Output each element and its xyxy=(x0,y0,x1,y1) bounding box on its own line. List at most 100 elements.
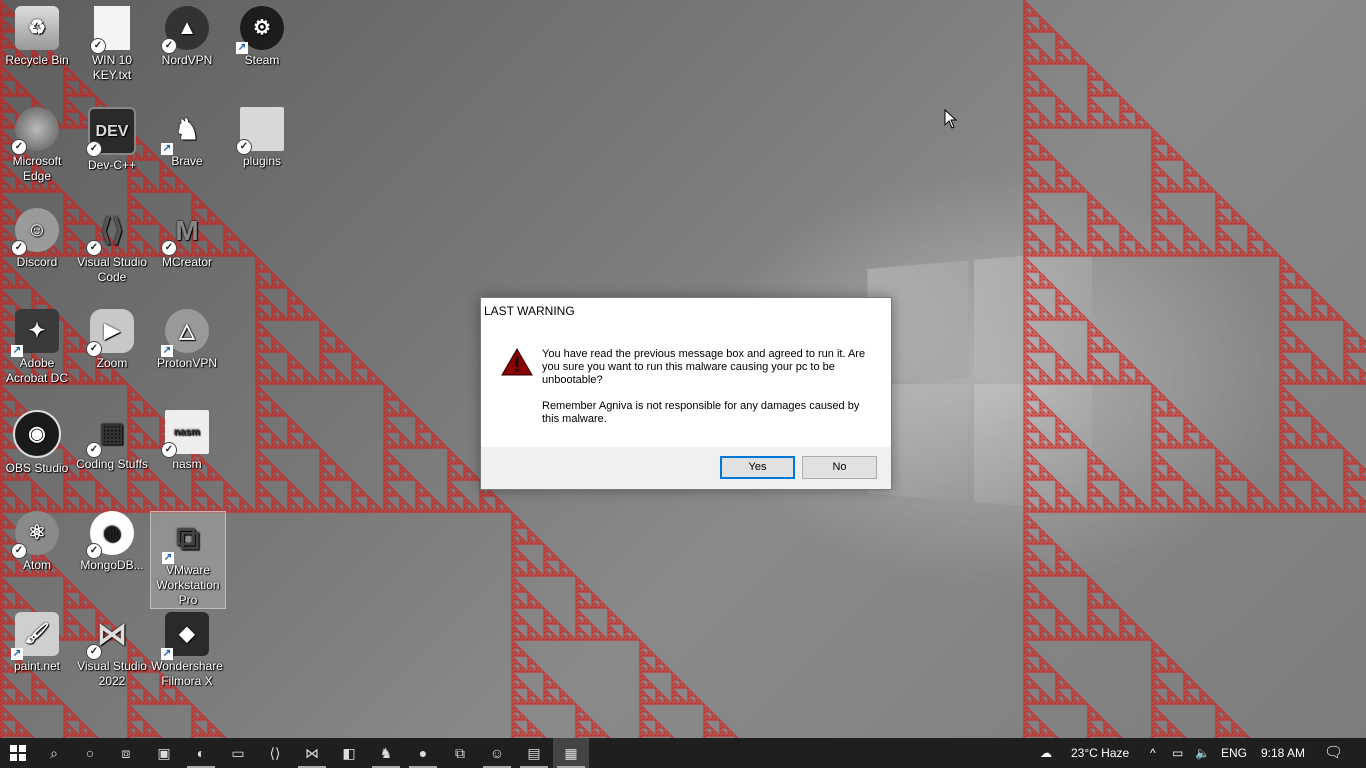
icon-label: MongoDB... xyxy=(80,558,144,572)
shortcut-arrow-icon: ↗ xyxy=(236,42,248,54)
taskbar-recorder[interactable]: ● xyxy=(405,738,441,768)
desktop-icon-obs[interactable]: ◉ OBS Studio xyxy=(0,406,74,476)
taskbar-vscode[interactable]: ⟨⟩ xyxy=(257,738,293,768)
taskbar-edge[interactable]: ◐ xyxy=(183,738,219,768)
protonvpn-icon: △ ↗ xyxy=(161,309,209,357)
discord-icon: ☺ xyxy=(489,745,505,761)
dialog-message-line-2: Remember Agniva is not responsible for a… xyxy=(542,400,860,425)
dialog-message-line-1: You have read the previous message box a… xyxy=(542,348,866,386)
icon-label: Wondershare Filmora X xyxy=(151,659,223,688)
desktop-icon-paintnet[interactable]: 🖌 ↗ paint.net xyxy=(0,608,74,674)
desktop-icon-steam[interactable]: ⚙ ↗ Steam xyxy=(225,2,299,68)
no-button[interactable]: No xyxy=(802,456,877,479)
icon-label: Atom xyxy=(22,558,51,572)
text-file-icon: ✓ xyxy=(90,6,130,54)
desktop-icon-mcreator[interactable]: M ✓ MCreator xyxy=(150,204,224,270)
cortana-button[interactable]: ○ xyxy=(72,738,108,768)
notepad-icon: ▤ xyxy=(527,744,541,761)
warning-dialog[interactable]: LAST WARNING You have read the previous … xyxy=(480,297,892,490)
clock[interactable]: 9:18 AM xyxy=(1261,738,1305,768)
sync-check-icon: ✓ xyxy=(236,139,252,155)
yes-button[interactable]: Yes xyxy=(720,456,795,479)
sync-check-icon: ✓ xyxy=(161,38,177,54)
taskbar-malware-app[interactable]: ▦ xyxy=(553,738,589,768)
shortcut-arrow-icon: ↗ xyxy=(161,345,173,357)
brave-icon: ♞ xyxy=(379,744,393,761)
vmware-icon: ⧉ xyxy=(455,744,465,761)
desktop[interactable]: ♻ Recycle Bin ✓ Microsoft Edge ☺ ✓ Discor… xyxy=(0,0,1366,738)
desktop-icon-filmora[interactable]: ◆ ↗ Wondershare Filmora X xyxy=(150,608,224,689)
taskbar: ⌕ ○ ⧈ ▣ ◐ ▭ ⟨⟩ ⋈ ◧ ♞ ● ⧉ ☺ ▤ ▦ ☁ 23°C Ha… xyxy=(0,738,1366,768)
shortcut-arrow-icon: ↗ xyxy=(161,648,173,660)
app-window-icon: ▦ xyxy=(564,744,578,761)
icon-label: MCreator xyxy=(161,255,212,269)
taskbar-brave[interactable]: ♞ xyxy=(368,738,404,768)
sync-check-icon: ✓ xyxy=(86,442,102,458)
desktop-icon-plugins[interactable]: ✓ plugins xyxy=(225,103,299,169)
mcreator-icon: M ✓ xyxy=(161,208,209,256)
desktop-icon-devcpp[interactable]: DEV ✓ Dev-C++ xyxy=(75,103,149,173)
desktop-icon-protonvpn[interactable]: △ ↗ ProtonVPN xyxy=(150,305,224,371)
desktop-icon-nordvpn[interactable]: ▲ ✓ NordVPN xyxy=(150,2,224,68)
icon-label: Discord xyxy=(16,255,58,269)
desktop-icon-vscode[interactable]: ⟨⟩ ✓ Visual Studio Code xyxy=(75,204,149,285)
sync-check-icon: ✓ xyxy=(86,644,102,660)
volume-icon[interactable]: 🔈 xyxy=(1195,738,1210,768)
start-button[interactable] xyxy=(0,738,36,768)
dialog-title: LAST WARNING xyxy=(484,304,575,318)
obs-icon: ◉ xyxy=(13,410,61,458)
nordvpn-icon: ▲ ✓ xyxy=(161,6,209,54)
taskbar-office[interactable]: ◧ xyxy=(331,738,367,768)
desktop-icon-atom[interactable]: ⚛ ✓ Atom xyxy=(0,507,74,573)
search-button[interactable]: ⌕ xyxy=(36,738,72,768)
desktop-icon-mongodb[interactable]: ◍ ✓ MongoDB... xyxy=(75,507,149,573)
taskbar-explorer[interactable]: ▭ xyxy=(220,738,256,768)
show-hidden-icons-chevron-icon[interactable]: ^ xyxy=(1150,738,1156,768)
brave-lion-icon: ♞ ↗ xyxy=(161,113,200,155)
sync-check-icon: ✓ xyxy=(86,240,102,256)
sync-check-icon: ✓ xyxy=(11,240,27,256)
desktop-icon-win10-key[interactable]: ✓ WIN 10 KEY.txt xyxy=(75,2,149,83)
weather-icon[interactable]: ☁ xyxy=(1040,738,1052,768)
sync-check-icon: ✓ xyxy=(86,341,102,357)
desktop-icon-nasm[interactable]: nasm ✓ nasm xyxy=(150,406,224,472)
mongodb-icon: ◍ ✓ xyxy=(86,511,134,559)
icon-label: Visual Studio Code xyxy=(77,255,147,284)
store-icon: ▣ xyxy=(157,744,171,761)
dialog-message: You have read the previous message box a… xyxy=(542,348,877,439)
warning-icon xyxy=(501,348,533,376)
desktop-icon-vs2022[interactable]: ⋈ ✓ Visual Studio 2022 xyxy=(75,608,149,689)
sync-check-icon: ✓ xyxy=(161,442,177,458)
desktop-icon-edge[interactable]: ✓ Microsoft Edge xyxy=(0,103,74,184)
recycle-bin-icon: ♻ xyxy=(15,6,59,50)
desktop-icon-brave[interactable]: ♞ ↗ Brave xyxy=(150,103,224,169)
icon-label: Brave xyxy=(171,154,203,168)
icon-label: Zoom xyxy=(96,356,128,370)
shortcut-arrow-icon: ↗ xyxy=(162,552,174,564)
zoom-icon: ▶ ✓ xyxy=(86,309,134,357)
desktop-icon-zoom[interactable]: ▶ ✓ Zoom xyxy=(75,305,149,371)
chip-folder-icon: ▦ ✓ xyxy=(86,410,134,458)
sync-check-icon: ✓ xyxy=(86,141,102,157)
task-view-button[interactable]: ⧈ xyxy=(108,738,144,768)
nasm-icon: nasm ✓ xyxy=(161,410,209,458)
taskbar-notepad[interactable]: ▤ xyxy=(516,738,552,768)
desktop-icon-vmware[interactable]: ⧉ ↗ VMware Workstation Pro xyxy=(150,511,226,609)
icon-label: plugins xyxy=(242,154,282,168)
desktop-icon-acrobat[interactable]: ✦ ↗ Adobe Acrobat DC xyxy=(0,305,74,386)
weather-text[interactable]: 23°C Haze xyxy=(1071,738,1129,768)
icon-label: Coding Stuffs xyxy=(76,457,148,471)
taskbar-discord[interactable]: ☺ xyxy=(479,738,515,768)
icon-label: OBS Studio xyxy=(5,461,69,475)
desktop-icon-coding-stuffs[interactable]: ▦ ✓ Coding Stuffs xyxy=(75,406,149,472)
edge-icon: ✓ xyxy=(11,107,59,155)
language-indicator[interactable]: ENG xyxy=(1221,738,1247,768)
network-icon[interactable]: ▭ xyxy=(1172,738,1183,768)
taskbar-store[interactable]: ▣ xyxy=(146,738,182,768)
desktop-icon-recycle-bin[interactable]: ♻ Recycle Bin xyxy=(0,2,74,68)
icon-label: NordVPN xyxy=(161,53,213,67)
action-center-icon[interactable]: 🗨 xyxy=(1324,738,1343,768)
taskbar-vmware[interactable]: ⧉ xyxy=(442,738,478,768)
desktop-icon-discord[interactable]: ☺ ✓ Discord xyxy=(0,204,74,270)
taskbar-visual-studio[interactable]: ⋈ xyxy=(294,738,330,768)
